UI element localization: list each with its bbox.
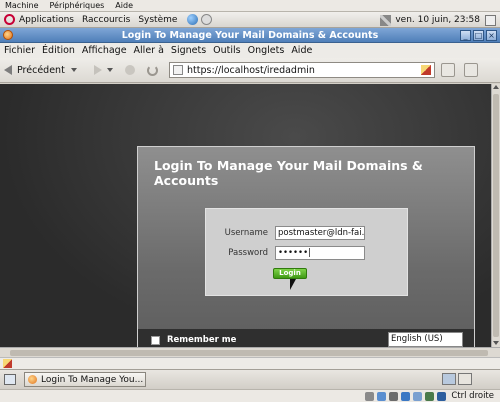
browser-menubar: Fichier Édition Affichage Aller à Signet… [0, 43, 500, 58]
virtualization-icon[interactable] [425, 391, 435, 401]
url-bar[interactable]: https://localhost/iredadmin [169, 62, 435, 78]
optical-drive-icon[interactable] [377, 391, 387, 401]
firefox-task-icon [28, 375, 37, 384]
menu-tabs[interactable]: Onglets [248, 45, 285, 56]
login-footer: Remember me English (US) [138, 329, 474, 347]
workspace-1-icon[interactable] [442, 373, 456, 385]
gnome-top-panel: Applications Raccourcis Système ven. 10 … [0, 12, 500, 28]
scroll-up-icon[interactable] [493, 85, 499, 89]
system-menu[interactable]: Système [138, 15, 177, 25]
vm-menubar: Machine Périphériques Aide [0, 0, 500, 12]
password-input[interactable]: ••••••| [275, 246, 365, 260]
vertical-scroll-thumb[interactable] [493, 94, 499, 337]
window-titlebar[interactable]: Login To Manage Your Mail Domains & Acco… [0, 28, 500, 43]
places-menu[interactable]: Raccourcis [82, 15, 130, 25]
scroll-down-icon[interactable] [493, 341, 499, 345]
applications-menu[interactable]: Applications [19, 15, 74, 25]
vertical-scrollbar[interactable] [491, 84, 500, 347]
vm-menu-help[interactable]: Aide [115, 1, 133, 10]
password-label: Password [228, 248, 268, 258]
username-input[interactable]: postmaster@ldn-fai.net [275, 226, 365, 240]
back-arrow-icon [4, 65, 12, 75]
mouse-integration-icon[interactable] [437, 391, 447, 401]
remember-me-label[interactable]: Remember me [167, 335, 236, 345]
login-form: Username postmaster@ldn-fai.net Password… [205, 208, 408, 296]
mouse-cursor-icon [290, 279, 296, 290]
horizontal-scrollbar[interactable] [0, 347, 500, 357]
browser-statusbar [0, 357, 500, 369]
web-browser-launcher-icon[interactable] [187, 14, 199, 25]
download-icon[interactable] [464, 63, 478, 77]
forward-arrow-icon[interactable] [93, 65, 102, 75]
bookmark-star-icon[interactable] [421, 65, 431, 75]
menu-file[interactable]: Fichier [4, 45, 35, 56]
menu-view[interactable]: Affichage [82, 45, 127, 56]
maximize-button[interactable]: □ [473, 30, 484, 41]
login-panel: Login To Manage Your Mail Domains & Acco… [137, 146, 475, 347]
back-button[interactable]: Précédent [4, 65, 77, 76]
back-history-dropdown-icon[interactable] [70, 68, 77, 72]
navigation-toolbar: Précédent https://localhost/iredadmin [0, 58, 500, 83]
page-viewport: Login To Manage Your Mail Domains & Acco… [0, 84, 491, 347]
tools-icon[interactable] [380, 14, 392, 26]
menu-go[interactable]: Aller à [134, 45, 164, 56]
panel-clock[interactable]: ven. 10 juin, 23:58 [395, 15, 480, 25]
vm-menu-machine[interactable]: Machine [5, 1, 39, 10]
status-security-icon[interactable] [3, 359, 12, 368]
bottom-taskbar: Login To Manage You... [0, 369, 500, 389]
show-desktop-icon[interactable] [4, 374, 16, 385]
url-text: https://localhost/iredadmin [187, 64, 315, 76]
taskbar-window-button[interactable]: Login To Manage You... [24, 372, 146, 387]
home-icon[interactable] [441, 63, 455, 77]
forward-history-dropdown-icon[interactable] [106, 68, 113, 72]
username-row: Username postmaster@ldn-fai.net [206, 225, 409, 241]
vm-statusbar: Ctrl droite [0, 389, 500, 402]
back-label: Précédent [17, 64, 65, 76]
host-key-label: Ctrl droite [451, 391, 494, 401]
firefox-icon[interactable] [3, 30, 13, 40]
site-identity-icon[interactable] [173, 65, 183, 75]
horizontal-scroll-thumb[interactable] [10, 350, 488, 356]
shared-folders-icon[interactable] [413, 391, 423, 401]
power-icon[interactable] [485, 14, 496, 26]
minimize-button[interactable]: _ [460, 30, 471, 41]
hard-disk-icon[interactable] [365, 391, 375, 401]
vm-menu-devices[interactable]: Périphériques [50, 1, 105, 10]
taskbar-window-label: Login To Manage You... [41, 374, 144, 385]
network-adapter-icon[interactable] [389, 391, 399, 401]
login-heading: Login To Manage Your Mail Domains & Acco… [154, 158, 423, 188]
menu-edit[interactable]: Édition [42, 45, 75, 56]
close-button[interactable]: × [486, 30, 497, 41]
language-select[interactable]: English (US) [388, 332, 463, 347]
network-launcher-icon[interactable] [201, 14, 213, 25]
login-button[interactable]: Login [273, 268, 307, 279]
workspace-2-icon[interactable] [458, 373, 472, 385]
menu-bookmarks[interactable]: Signets [171, 45, 206, 56]
username-label: Username [224, 228, 268, 238]
menu-help[interactable]: Aide [291, 45, 312, 56]
usb-icon[interactable] [401, 391, 411, 401]
debian-logo-icon[interactable] [4, 14, 15, 25]
stop-icon[interactable] [124, 65, 135, 75]
remember-me-checkbox[interactable] [151, 335, 160, 345]
reload-icon[interactable] [146, 64, 158, 76]
window-title: Login To Manage Your Mail Domains & Acco… [121, 29, 379, 41]
menu-tools[interactable]: Outils [213, 45, 240, 56]
password-row: Password ••••••| [206, 245, 409, 261]
